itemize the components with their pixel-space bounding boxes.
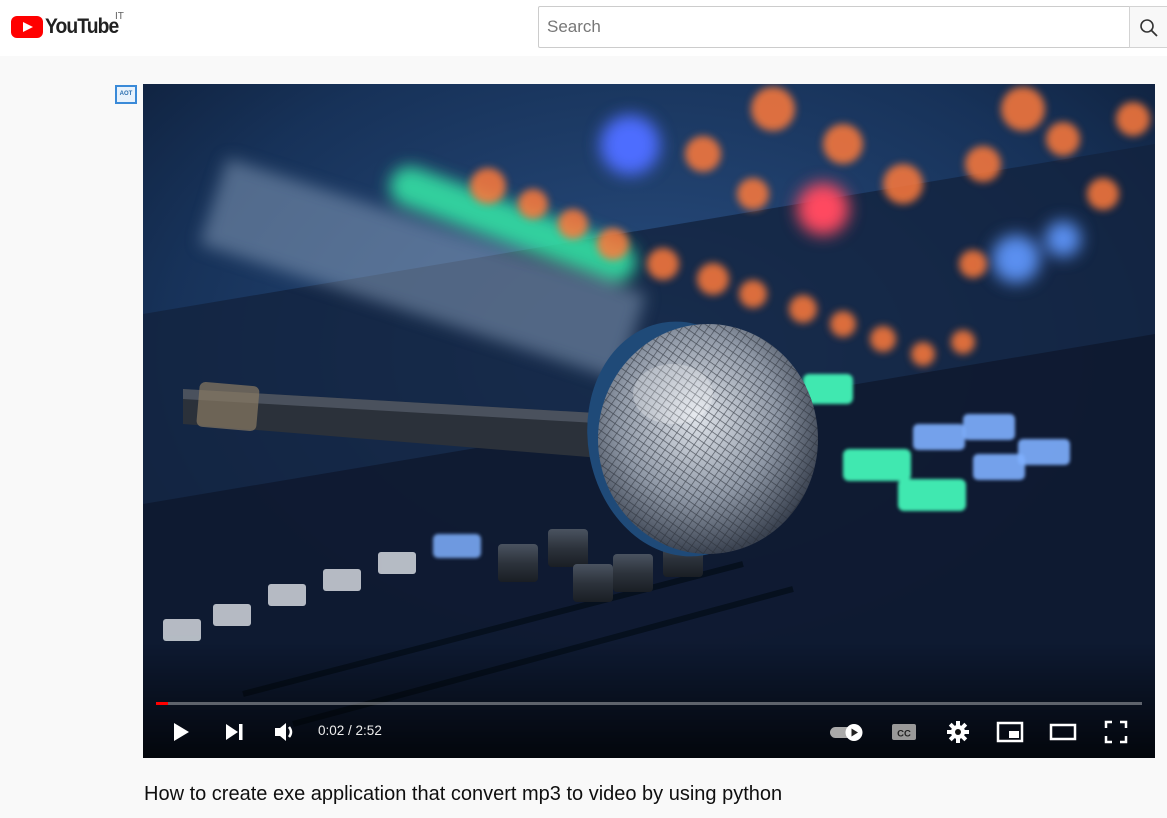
next-icon [226,724,243,740]
current-time: 0:02 [318,723,345,738]
miniplayer-button[interactable] [993,717,1027,747]
youtube-logo[interactable]: YouTube [11,15,125,39]
autoplay-toggle-icon [830,724,863,741]
subtitles-button[interactable]: CC [889,717,919,747]
volume-icon [275,723,293,741]
play-button[interactable] [168,717,194,747]
fullscreen-icon [1104,720,1128,744]
progress-bar[interactable] [156,702,1142,705]
time-display: 0:02 / 2:52 [318,723,382,738]
duration: 2:52 [355,723,382,738]
time-separator: / [344,723,356,738]
video-title: How to create exe application that conve… [144,783,783,805]
logo-text: YouTube [45,15,119,38]
progress-played [156,702,168,705]
search-input[interactable] [539,7,1129,47]
aot-badge-icon[interactable]: AOT [115,85,137,104]
fullscreen-button[interactable] [1101,717,1131,747]
youtube-play-icon [11,16,43,38]
country-code: IT [115,11,124,22]
volume-button[interactable] [273,717,299,747]
search-icon [1140,19,1158,37]
top-bar: YouTube IT [0,0,1167,56]
settings-button[interactable] [943,717,973,747]
miniplayer-icon [996,721,1024,743]
settings-icon [947,721,969,743]
play-icon [174,723,189,741]
theater-mode-button[interactable] [1046,717,1080,747]
subtitles-icon: CC [892,724,916,740]
search-box[interactable] [538,6,1130,48]
svg-text:CC: CC [897,729,911,740]
autoplay-toggle[interactable] [827,717,867,747]
theater-mode-icon [1049,723,1077,741]
next-button[interactable] [221,717,247,747]
video-player[interactable]: 0:02 / 2:52 CC [143,84,1155,758]
search-button[interactable] [1129,6,1167,48]
